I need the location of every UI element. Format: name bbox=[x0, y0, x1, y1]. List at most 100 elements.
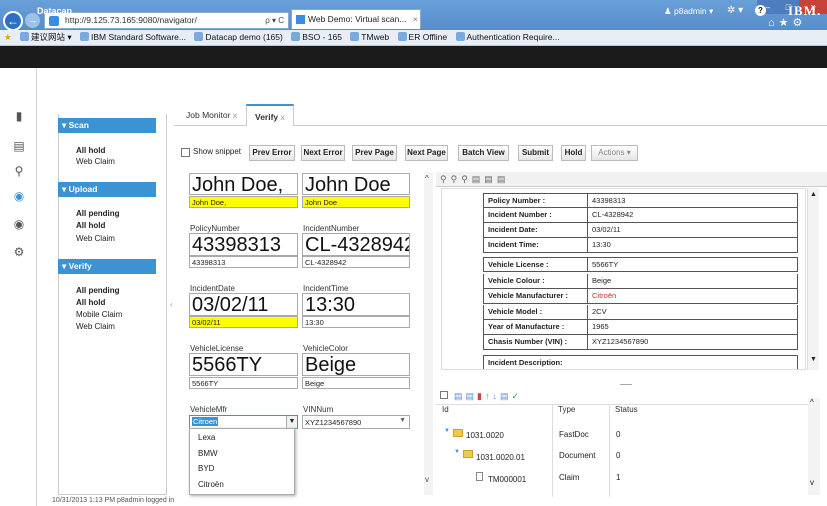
name-field-1[interactable]: John Doe, bbox=[189, 196, 298, 208]
table-row[interactable]: ▼ 1031.0020.01 Document 0 bbox=[436, 446, 808, 466]
fav-item[interactable]: 建议网站 ▾ bbox=[31, 32, 72, 42]
favorites-star-icon[interactable]: ★ bbox=[4, 32, 12, 42]
chevron-down-icon[interactable]: ▼ bbox=[286, 416, 297, 428]
show-snippet-checkbox[interactable] bbox=[181, 148, 190, 157]
column-header-type[interactable]: Type bbox=[558, 405, 575, 414]
fit-width-icon[interactable]: ▤ bbox=[484, 174, 497, 184]
settings-menu[interactable]: ✲ ▾ bbox=[727, 5, 743, 16]
user-menu[interactable]: ♟ p8admin ▾ bbox=[664, 6, 713, 17]
vehicle-mfr-select[interactable]: Citroen ▼ bbox=[189, 415, 298, 429]
datacap-icon[interactable]: ◉ bbox=[13, 190, 25, 202]
tab-close-icon[interactable]: x bbox=[233, 110, 237, 120]
tab-close-icon[interactable]: x bbox=[281, 112, 285, 122]
vehicle-license-field[interactable]: 5566TY bbox=[189, 377, 298, 389]
incident-time-field[interactable]: 13:30 bbox=[302, 316, 410, 328]
browser-tab[interactable]: Web Demo: Virtual scan... × bbox=[291, 9, 421, 29]
scroll-up-icon[interactable]: ▲ bbox=[810, 191, 817, 198]
fav-item[interactable]: TMweb bbox=[361, 32, 389, 42]
batch-view-button[interactable]: Batch View bbox=[458, 145, 509, 161]
address-bar[interactable]: http://9.125.73.165:9080/navigator/ ρ ▾ … bbox=[44, 12, 289, 29]
dropdown-option[interactable]: BMW bbox=[198, 449, 218, 458]
scroll-down-icon[interactable]: ▼ bbox=[810, 356, 817, 363]
fav-item[interactable]: Authentication Require... bbox=[467, 32, 560, 42]
splitter-handle[interactable] bbox=[620, 384, 632, 385]
column-header-id[interactable]: Id bbox=[442, 405, 449, 414]
table-row[interactable]: ▼ 1031.0020 FastDoc 0 bbox=[436, 424, 808, 444]
hold-button[interactable]: Hold bbox=[561, 145, 586, 161]
scroll-up-icon[interactable]: ^ bbox=[425, 174, 429, 183]
dropdown-option[interactable]: Citroën bbox=[198, 480, 224, 489]
zoom-fit-icon[interactable]: ⚲ bbox=[461, 174, 472, 184]
form-scrollbar[interactable]: ^ v bbox=[424, 172, 433, 495]
dropdown-option[interactable]: Lexa bbox=[198, 433, 215, 442]
nav-item[interactable]: Web Claim bbox=[76, 157, 115, 166]
home-icon[interactable]: ⌂ bbox=[768, 17, 779, 29]
tab-verify[interactable]: Verify x bbox=[246, 104, 294, 126]
name-field-2[interactable]: John Doe bbox=[302, 196, 410, 208]
vehicle-color-field[interactable]: Beige bbox=[302, 377, 410, 389]
zoom-in-icon[interactable]: ⚲ bbox=[440, 174, 451, 184]
nav-item[interactable]: All hold bbox=[76, 298, 105, 307]
prev-error-button[interactable]: Prev Error bbox=[249, 145, 295, 161]
search-icon[interactable]: ⚲ bbox=[13, 165, 25, 177]
scroll-down-icon[interactable]: v bbox=[425, 475, 429, 484]
fav-item[interactable]: IBM Standard Software... bbox=[91, 32, 186, 42]
fav-item[interactable]: ER Offline bbox=[409, 32, 448, 42]
fav-item[interactable]: BSO - 165 bbox=[302, 32, 342, 42]
nav-item[interactable]: Web Claim bbox=[76, 322, 115, 331]
incident-number-field[interactable]: CL-4328942 bbox=[302, 256, 410, 268]
copy-icon[interactable]: ▤ bbox=[500, 391, 512, 401]
policy-number-field[interactable]: 43398313 bbox=[189, 256, 298, 268]
submit-button[interactable]: Submit bbox=[518, 145, 553, 161]
check-icon[interactable]: ✓ bbox=[512, 391, 523, 401]
zoom-out-icon[interactable]: ⚲ bbox=[451, 174, 462, 184]
table-row[interactable]: TM000001 Claim 1 bbox=[436, 468, 808, 488]
address-url: http://9.125.73.165:9080/navigator/ bbox=[65, 15, 197, 25]
actions-menu[interactable]: Actions ▾ bbox=[591, 145, 638, 161]
collapse-handle-icon[interactable]: ‹ bbox=[170, 300, 173, 309]
nav-item[interactable]: Mobile Claim bbox=[76, 310, 122, 319]
document-scrollbar[interactable]: ▲ ▼ bbox=[807, 188, 819, 370]
address-controls[interactable]: ρ ▾ C bbox=[265, 13, 284, 28]
nav-item[interactable]: All pending bbox=[76, 209, 120, 218]
expand-icon[interactable]: ▼ bbox=[444, 428, 450, 434]
bookmark-icon[interactable]: ▮ bbox=[13, 110, 25, 122]
vin-select[interactable]: XYZ1234567890 ▼ bbox=[302, 415, 410, 429]
dropdown-option[interactable]: BYD bbox=[198, 464, 214, 473]
move-down-icon[interactable]: ↓ bbox=[492, 391, 500, 401]
prev-page-button[interactable]: Prev Page bbox=[352, 145, 397, 161]
help-icon[interactable]: ? bbox=[755, 5, 766, 16]
tree-tool-icon[interactable]: ▤ bbox=[466, 391, 478, 401]
admin-icon[interactable]: ◉ bbox=[13, 218, 25, 230]
nav-section-verify[interactable]: ▾ Verify bbox=[58, 259, 156, 274]
column-header-status[interactable]: Status bbox=[615, 405, 638, 414]
chevron-down-icon[interactable]: ▼ bbox=[399, 417, 406, 424]
delete-icon[interactable]: ▮ bbox=[477, 391, 485, 401]
rotate-icon[interactable]: ▤ bbox=[497, 174, 510, 184]
document-field-key: Year of Manufacture : bbox=[488, 322, 565, 331]
next-page-button[interactable]: Next Page bbox=[405, 145, 448, 161]
nav-section-upload[interactable]: ▾ Upload bbox=[58, 182, 156, 197]
fit-page-icon[interactable]: ▤ bbox=[472, 174, 485, 184]
scroll-up-icon[interactable]: ^ bbox=[810, 398, 814, 407]
tree-scrollbar[interactable]: ^ v bbox=[808, 398, 820, 495]
document-field-row: Incident Date: 03/02/11 bbox=[483, 223, 798, 238]
select-all-checkbox[interactable] bbox=[440, 391, 448, 399]
nav-section-scan[interactable]: ▾ Scan bbox=[58, 118, 156, 133]
document-icon[interactable]: ▤ bbox=[13, 140, 25, 152]
fav-item[interactable]: Datacap demo (165) bbox=[205, 32, 283, 42]
scroll-down-icon[interactable]: v bbox=[810, 478, 814, 487]
vehicle-color-label: VehicleColor bbox=[303, 344, 348, 353]
back-button[interactable]: ← bbox=[3, 11, 23, 31]
browser-tab-close[interactable]: × bbox=[413, 14, 418, 24]
expand-icon[interactable]: ▼ bbox=[454, 449, 460, 455]
settings-icon[interactable]: ⚙ bbox=[13, 246, 25, 258]
incident-date-field[interactable]: 03/02/11 bbox=[189, 316, 298, 328]
nav-item[interactable]: All hold bbox=[76, 146, 105, 155]
nav-item[interactable]: Web Claim bbox=[76, 234, 115, 243]
nav-item[interactable]: All pending bbox=[76, 286, 120, 295]
nav-item[interactable]: All hold bbox=[76, 221, 105, 230]
next-error-button[interactable]: Next Error bbox=[301, 145, 345, 161]
tree-tool-icon[interactable]: ▤ bbox=[454, 391, 466, 401]
tab-job-monitor[interactable]: Job Monitor x bbox=[178, 104, 245, 126]
